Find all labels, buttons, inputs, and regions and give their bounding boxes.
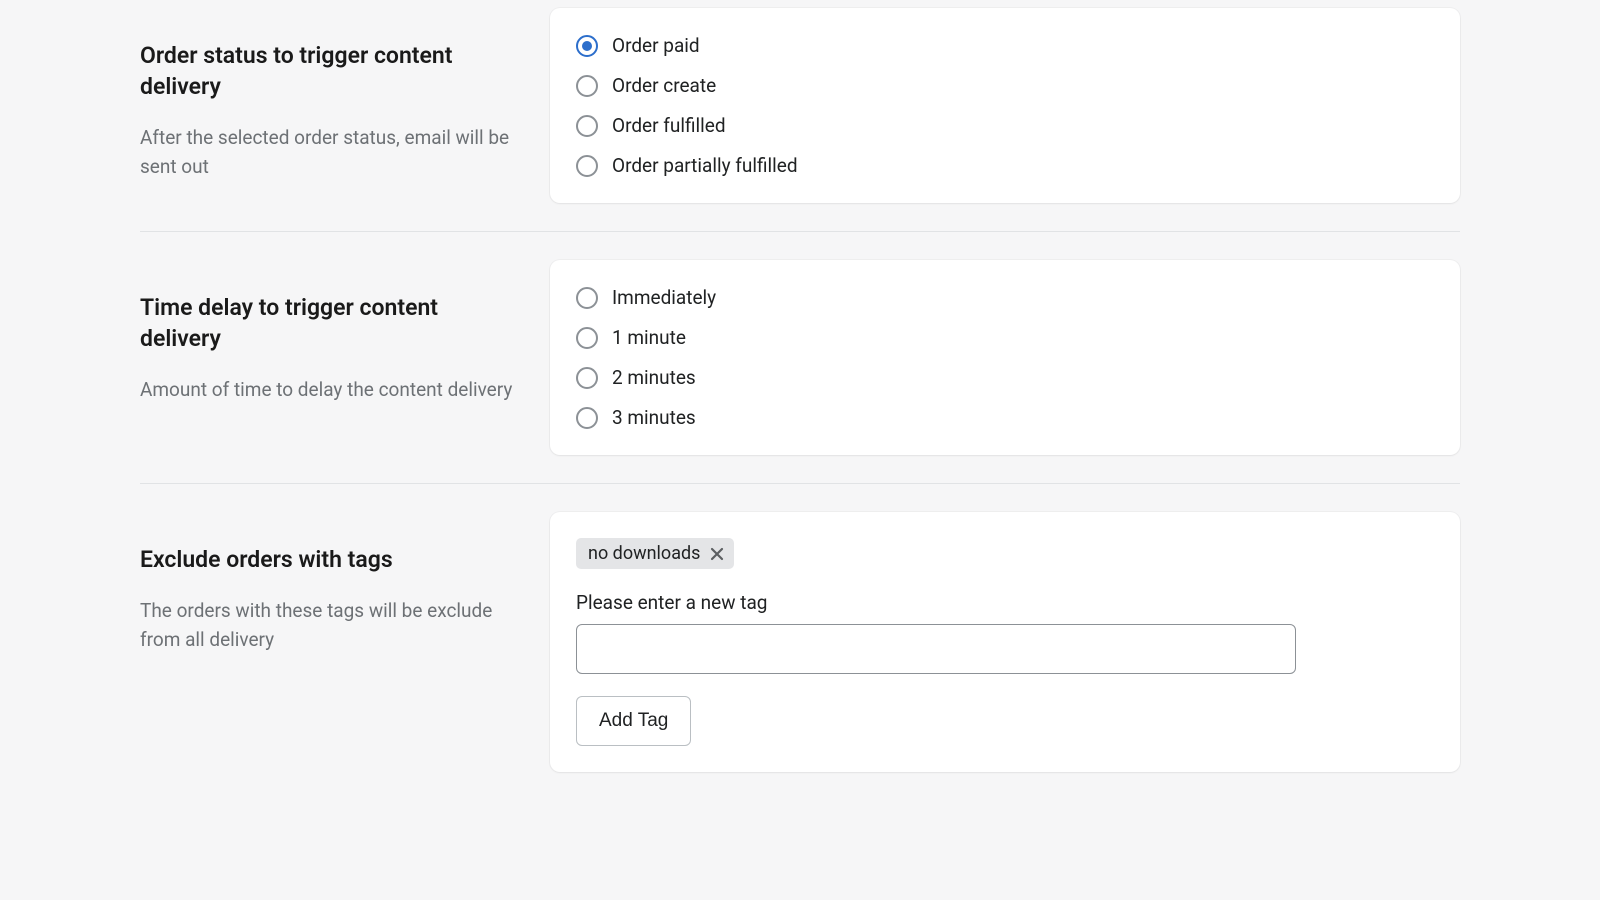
tag-label: no downloads — [588, 543, 700, 564]
radio-label: Order partially fulfilled — [612, 154, 798, 177]
radio-order-create[interactable]: Order create — [576, 74, 1434, 97]
add-tag-button[interactable]: Add Tag — [576, 696, 691, 746]
radio-3-minutes[interactable]: 3 minutes — [576, 406, 1434, 429]
section-exclude-tags-header: Exclude orders with tags The orders with… — [140, 512, 522, 772]
section-time-delay-title: Time delay to trigger content delivery — [140, 292, 522, 354]
radio-1-minute[interactable]: 1 minute — [576, 326, 1434, 349]
radio-order-paid[interactable]: Order paid — [576, 34, 1434, 57]
section-time-delay-desc: Amount of time to delay the content deli… — [140, 376, 522, 405]
tag-remove-button[interactable] — [708, 545, 726, 563]
section-exclude-tags-title: Exclude orders with tags — [140, 544, 522, 575]
radio-label: 2 minutes — [612, 366, 696, 389]
radio-icon — [576, 287, 598, 309]
order-status-radio-list: Order paid Order create Order fulfilled … — [576, 34, 1434, 177]
radio-icon — [576, 155, 598, 177]
time-delay-radio-list: Immediately 1 minute 2 minutes 3 minutes — [576, 286, 1434, 429]
radio-icon — [576, 407, 598, 429]
radio-label: Order paid — [612, 34, 700, 57]
section-divider — [140, 483, 1460, 484]
section-time-delay-header: Time delay to trigger content delivery A… — [140, 260, 522, 455]
radio-label: Order fulfilled — [612, 114, 726, 137]
new-tag-field-label: Please enter a new tag — [576, 591, 1434, 614]
radio-icon — [576, 367, 598, 389]
radio-label: 3 minutes — [612, 406, 696, 429]
close-icon — [710, 547, 724, 561]
section-order-status: Order status to trigger content delivery… — [0, 8, 1600, 203]
card-time-delay: Immediately 1 minute 2 minutes 3 minutes — [550, 260, 1460, 455]
card-order-status: Order paid Order create Order fulfilled … — [550, 8, 1460, 203]
radio-order-fulfilled[interactable]: Order fulfilled — [576, 114, 1434, 137]
radio-label: Immediately — [612, 286, 716, 309]
section-divider — [140, 231, 1460, 232]
radio-label: Order create — [612, 74, 716, 97]
radio-2-minutes[interactable]: 2 minutes — [576, 366, 1434, 389]
tag-list: no downloads — [576, 538, 1434, 569]
radio-label: 1 minute — [612, 326, 686, 349]
radio-icon — [576, 327, 598, 349]
card-exclude-tags: no downloads Please enter a new tag Add … — [550, 512, 1460, 772]
section-exclude-tags: Exclude orders with tags The orders with… — [0, 512, 1600, 772]
radio-order-partially-fulfilled[interactable]: Order partially fulfilled — [576, 154, 1434, 177]
radio-icon — [576, 75, 598, 97]
radio-icon — [576, 115, 598, 137]
new-tag-input[interactable] — [576, 624, 1296, 674]
section-time-delay: Time delay to trigger content delivery A… — [0, 260, 1600, 455]
section-order-status-header: Order status to trigger content delivery… — [140, 8, 522, 203]
section-order-status-title: Order status to trigger content delivery — [140, 40, 522, 102]
radio-immediately[interactable]: Immediately — [576, 286, 1434, 309]
tag-item: no downloads — [576, 538, 734, 569]
section-order-status-desc: After the selected order status, email w… — [140, 124, 522, 181]
section-exclude-tags-desc: The orders with these tags will be exclu… — [140, 597, 522, 654]
radio-icon — [576, 35, 598, 57]
